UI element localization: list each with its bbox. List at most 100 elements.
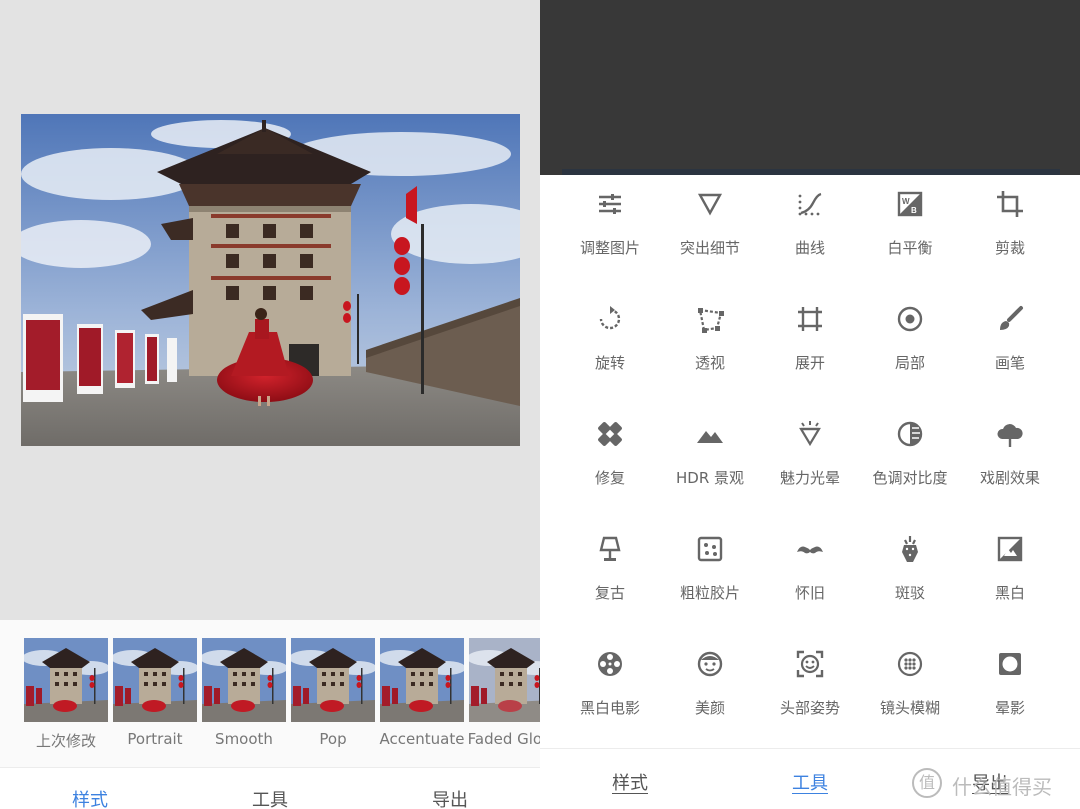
tool-noir-film-reel[interactable]: 黑白电影 (560, 635, 660, 735)
white-balance-icon: WB (895, 189, 925, 219)
lens-blur-icon (895, 649, 925, 679)
selective-icon (895, 304, 925, 334)
hdr-mountain-icon (695, 419, 725, 449)
details-triangle-icon (695, 189, 725, 219)
tool-label: 色调对比度 (872, 469, 948, 487)
drama-cloud-icon (995, 419, 1025, 449)
tool-label: 透视 (694, 354, 725, 372)
tool-crop[interactable]: 剪裁 (960, 175, 1060, 275)
filter-label: Faded Glow (467, 730, 540, 748)
tool-retrolux-mustache[interactable]: 怀旧 (760, 520, 860, 620)
nav-tab-export[interactable]: 导出 (432, 786, 468, 809)
vintage-lamp-icon (595, 534, 625, 564)
tool-expand[interactable]: 展开 (760, 290, 860, 390)
tool-label: 头部姿势 (779, 699, 840, 717)
noir-film-reel-icon (595, 649, 625, 679)
tool-label: 美颜 (694, 699, 725, 717)
black-white-icon (995, 534, 1025, 564)
tool-label: 曲线 (794, 239, 825, 257)
filter-label: Portrait (127, 730, 183, 748)
tools-grid: 调整图片 突出细节 曲线 W B 白平衡 剪裁旋转 透视 展开 局部 画笔修复 HDR 景观 魅力光晕 色… (540, 175, 1080, 748)
filter-thumbnail[interactable] (202, 638, 286, 722)
tool-label: 复古 (594, 584, 625, 602)
photo-image (21, 114, 520, 446)
tool-drama-cloud[interactable]: 戏剧效果 (960, 405, 1060, 505)
tool-vintage-lamp[interactable]: 复古 (560, 520, 660, 620)
tool-label: 黑白 (994, 584, 1025, 602)
tool-healing-bandage[interactable]: 修复 (560, 405, 660, 505)
tool-perspective[interactable]: 透视 (660, 290, 760, 390)
tool-glamour-diamond[interactable]: 魅力光晕 (760, 405, 860, 505)
healing-bandage-icon (595, 419, 625, 449)
rotate-icon (595, 304, 625, 334)
tool-rotate[interactable]: 旋转 (560, 290, 660, 390)
tool-details-triangle[interactable]: 突出细节 (660, 175, 760, 275)
tool-label: 白平衡 (887, 239, 933, 257)
tool-grainy-film[interactable]: 粗粒胶片 (660, 520, 760, 620)
filter-label: 上次修改 (35, 732, 96, 750)
tool-label: 展开 (794, 354, 825, 372)
tool-label: 戏剧效果 (979, 469, 1040, 487)
watermark: 值 什么值得买 (910, 768, 1080, 802)
curves-icon (795, 189, 825, 219)
watermark-text: 什么值得买 (952, 775, 1052, 799)
style-filter-strip[interactable]: 上次修改 Portrait Smooth Pop Accentuate Faded Glo… (0, 620, 540, 767)
nav-tab-styles[interactable]: 样式 (72, 786, 108, 809)
tool-tonal-contrast[interactable]: 色调对比度 (860, 405, 960, 505)
vignette-icon (995, 649, 1025, 679)
tool-selective[interactable]: 局部 (860, 290, 960, 390)
tool-label: 粗粒胶片 (679, 584, 740, 602)
watermark-logo-icon: 值 (912, 768, 942, 798)
svg-text:B: B (911, 206, 917, 215)
nav-tab-tools[interactable]: 工具 (252, 786, 288, 809)
filter-thumbnail[interactable] (291, 638, 375, 722)
nav-tab-styles[interactable]: 样式 (612, 769, 648, 795)
photo-preview (21, 114, 520, 446)
tool-brush[interactable]: 画笔 (960, 290, 1060, 390)
bottom-nav: 样式 工具 导出 (0, 767, 540, 809)
tool-label: 调整图片 (579, 239, 640, 257)
tools-screen: 调整图片 突出细节 曲线 W B 白平衡 剪裁旋转 透视 展开 局部 画笔修复 HDR 景观 魅力光晕 色… (540, 0, 1080, 809)
tool-vignette[interactable]: 晕影 (960, 635, 1060, 735)
filter-thumbnail[interactable] (24, 638, 108, 722)
tonal-contrast-icon (895, 419, 925, 449)
retrolux-mustache-icon (795, 534, 825, 564)
tool-label: 修复 (594, 469, 625, 487)
tool-tune[interactable]: 调整图片 (560, 175, 660, 275)
expand-icon (795, 304, 825, 334)
image-preview-area (0, 0, 540, 620)
tool-label: 旋转 (594, 354, 625, 372)
tool-label: 魅力光晕 (779, 469, 840, 487)
tool-label: 镜头模糊 (879, 699, 940, 717)
nav-tab-tools[interactable]: 工具 (792, 769, 828, 795)
tool-label: 怀旧 (794, 584, 825, 602)
grainy-film-icon (695, 534, 725, 564)
face-enhance-icon (695, 649, 725, 679)
tool-hdr-mountain[interactable]: HDR 景观 (660, 405, 760, 505)
svg-text:W: W (902, 197, 910, 206)
filter-thumbnail[interactable] (380, 638, 464, 722)
tool-grunge-guitar[interactable]: 斑驳 (860, 520, 960, 620)
brush-icon (995, 304, 1025, 334)
tool-label: HDR 景观 (675, 469, 745, 487)
app-root: 上次修改 Portrait Smooth Pop Accentuate Faded Glo… (0, 0, 1080, 809)
filter-label: Pop (319, 730, 347, 748)
tool-curves[interactable]: 曲线 (760, 175, 860, 275)
head-pose-icon (795, 649, 825, 679)
tools-dim-overlay[interactable] (540, 0, 1080, 175)
tool-black-white[interactable]: 黑白 (960, 520, 1060, 620)
tool-head-pose[interactable]: 头部姿势 (760, 635, 860, 735)
tool-face-enhance[interactable]: 美颜 (660, 635, 760, 735)
tune-icon (595, 189, 625, 219)
tool-label: 局部 (894, 354, 925, 372)
filter-thumbnail[interactable] (113, 638, 197, 722)
filter-thumbnail[interactable] (469, 638, 540, 722)
crop-icon (995, 189, 1025, 219)
tool-lens-blur[interactable]: 镜头模糊 (860, 635, 960, 735)
filter-label: Smooth (215, 730, 273, 748)
styles-screen: 上次修改 Portrait Smooth Pop Accentuate Faded Glo… (0, 0, 540, 809)
tool-label: 斑驳 (894, 584, 925, 602)
tool-label: 晕影 (994, 699, 1025, 717)
tool-label: 剪裁 (994, 239, 1025, 257)
tool-white-balance[interactable]: W B 白平衡 (860, 175, 960, 275)
